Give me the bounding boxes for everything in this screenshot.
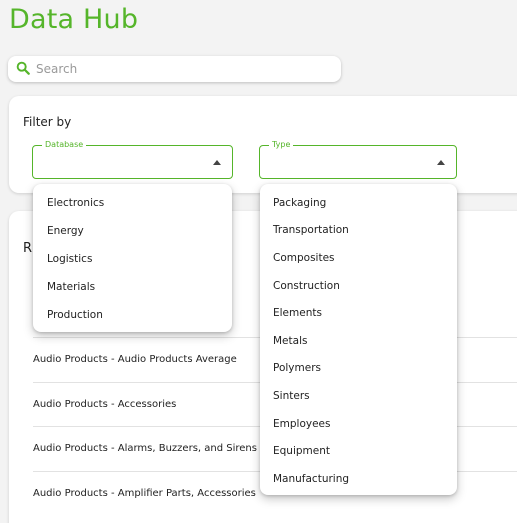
type-option[interactable]: Manufacturing (260, 465, 457, 493)
caret-up-icon[interactable] (213, 160, 221, 165)
caret-up-icon[interactable] (437, 160, 445, 165)
search-input[interactable] (36, 62, 326, 76)
database-select-label: Database (42, 139, 87, 151)
database-option[interactable]: Logistics (33, 245, 232, 273)
type-option[interactable]: Construction (260, 272, 457, 300)
type-option[interactable]: Employees (260, 410, 457, 438)
database-option[interactable]: Production (33, 301, 232, 329)
app-title: Data Hub (9, 4, 139, 35)
type-option[interactable]: Equipment (260, 437, 457, 465)
type-select-label: Type (269, 139, 294, 151)
type-option[interactable]: Metals (260, 327, 457, 355)
filter-title: Filter by (23, 115, 72, 129)
database-option[interactable]: Materials (33, 273, 232, 301)
type-option[interactable]: Polymers (260, 355, 457, 383)
search-icon (16, 60, 30, 79)
filter-panel: Filter by Database Type (9, 96, 517, 193)
type-option[interactable]: Transportation (260, 217, 457, 245)
database-dropdown-menu: Electronics Energy Logistics Materials P… (33, 184, 232, 332)
type-option[interactable]: Packaging (260, 189, 457, 217)
search-bar[interactable] (8, 56, 341, 82)
results-heading: R (23, 241, 33, 256)
database-option[interactable]: Electronics (33, 189, 232, 217)
type-select[interactable]: Type (259, 139, 457, 179)
type-option[interactable]: Elements (260, 299, 457, 327)
type-option[interactable]: Composites (260, 244, 457, 272)
type-dropdown-menu: Packaging Transportation Composites Cons… (260, 184, 457, 495)
database-select[interactable]: Database (32, 139, 233, 179)
type-option[interactable]: Sinters (260, 382, 457, 410)
database-option[interactable]: Energy (33, 217, 232, 245)
